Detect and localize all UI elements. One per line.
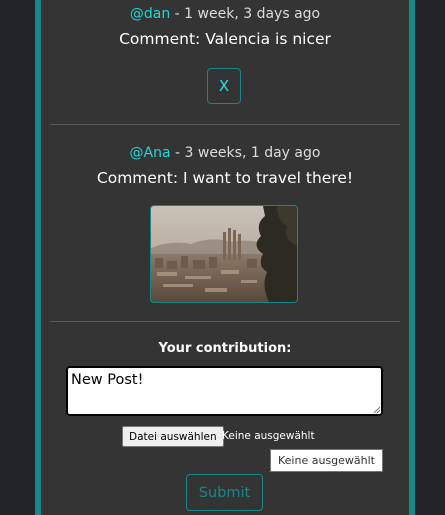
meta-separator: -: [170, 145, 185, 161]
choose-file-button[interactable]: Datei auswählen: [122, 426, 224, 447]
comment-text: Comment: I want to travel there!: [96, 169, 354, 187]
divider: [50, 321, 400, 322]
comment-username[interactable]: @Ana: [130, 145, 171, 161]
post-textarea[interactable]: New Post!: [66, 366, 383, 416]
submit-button[interactable]: Submit: [186, 474, 263, 511]
resize-handle-icon[interactable]: [373, 406, 381, 414]
comment-username[interactable]: @dan: [130, 6, 170, 22]
divider: [50, 124, 400, 125]
comment-text: Comment: Valencia is nicer: [119, 30, 331, 48]
city-photo: [151, 206, 297, 302]
delete-comment-button[interactable]: X: [207, 68, 241, 104]
contribution-label: Your contribution:: [158, 341, 292, 356]
comment-timestamp: 1 week, 3 days ago: [184, 6, 321, 22]
meta-separator: -: [170, 6, 185, 22]
comment-meta: @dan - 1 week, 3 days ago: [41, 6, 409, 22]
comment-image[interactable]: [150, 205, 298, 303]
file-tooltip: Keine ausgewählt: [270, 449, 383, 472]
comment-meta: @Ana - 3 weeks, 1 day ago: [41, 145, 409, 161]
comment-timestamp: 3 weeks, 1 day ago: [184, 145, 321, 161]
post-panel: @dan - 1 week, 3 days ago Comment: Valen…: [35, 0, 415, 515]
file-status: Keine ausgewählt: [222, 430, 315, 442]
